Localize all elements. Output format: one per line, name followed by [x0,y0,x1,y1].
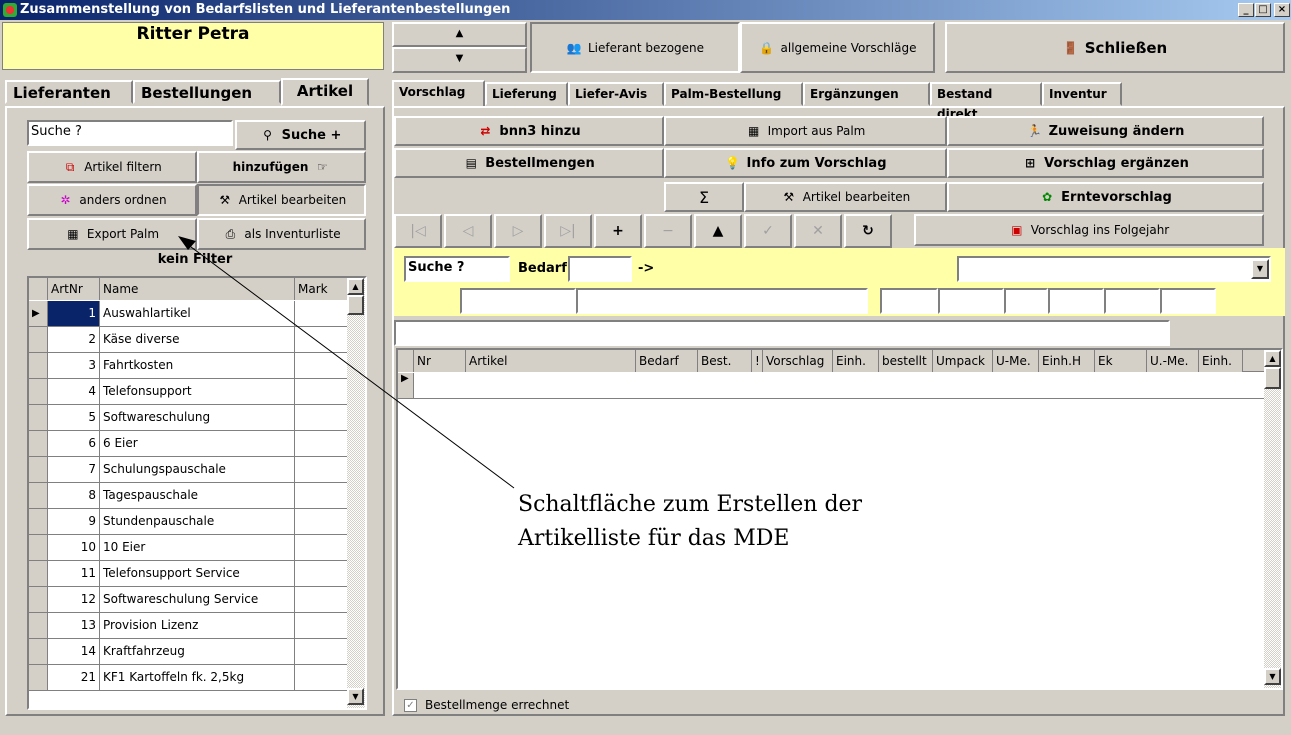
annotation-arrow [178,236,515,489]
annotation-line-1: Schaltfläche zum Erstellen der [518,492,863,517]
annotation-text: Schaltfläche zum Erstellen der Artikelli… [518,488,863,556]
annotation-line-2: Artikelliste für das MDE [518,526,790,551]
